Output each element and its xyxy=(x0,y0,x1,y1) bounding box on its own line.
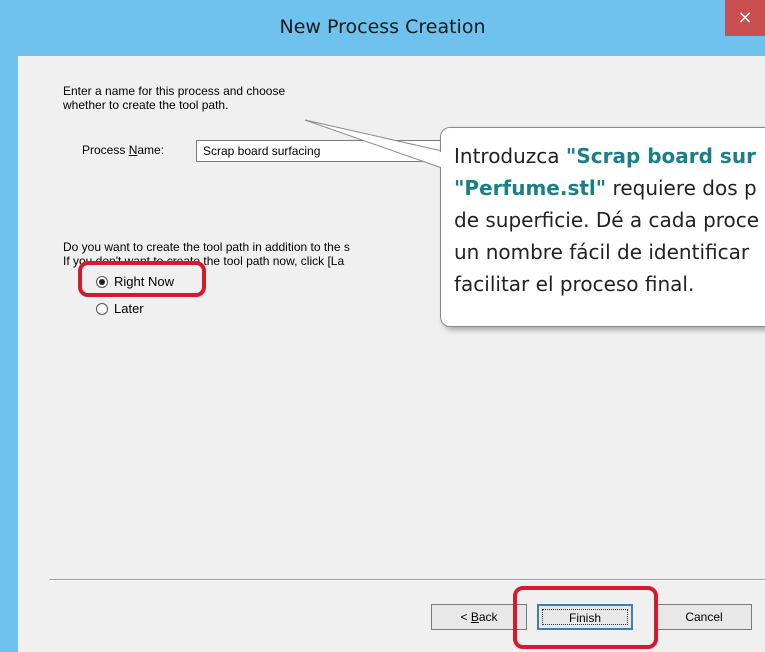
callout-line-4: un nombre fácil de identificar xyxy=(454,240,750,264)
callout-text: Introduzca "Scrap board sur "Perfume.stl… xyxy=(454,140,759,300)
callout-line-2: "Perfume.stl" requiere dos p xyxy=(454,176,757,200)
callout-line-5: facilitar el proceso final. xyxy=(454,272,695,296)
callout-line-1: Introduzca "Scrap board sur xyxy=(454,144,756,168)
callout-pointer-join xyxy=(439,152,443,167)
dialog-window: New Process Creation × Enter a name for … xyxy=(0,0,765,652)
callout-line-3: de superficie. Dé a cada proce xyxy=(454,208,760,232)
